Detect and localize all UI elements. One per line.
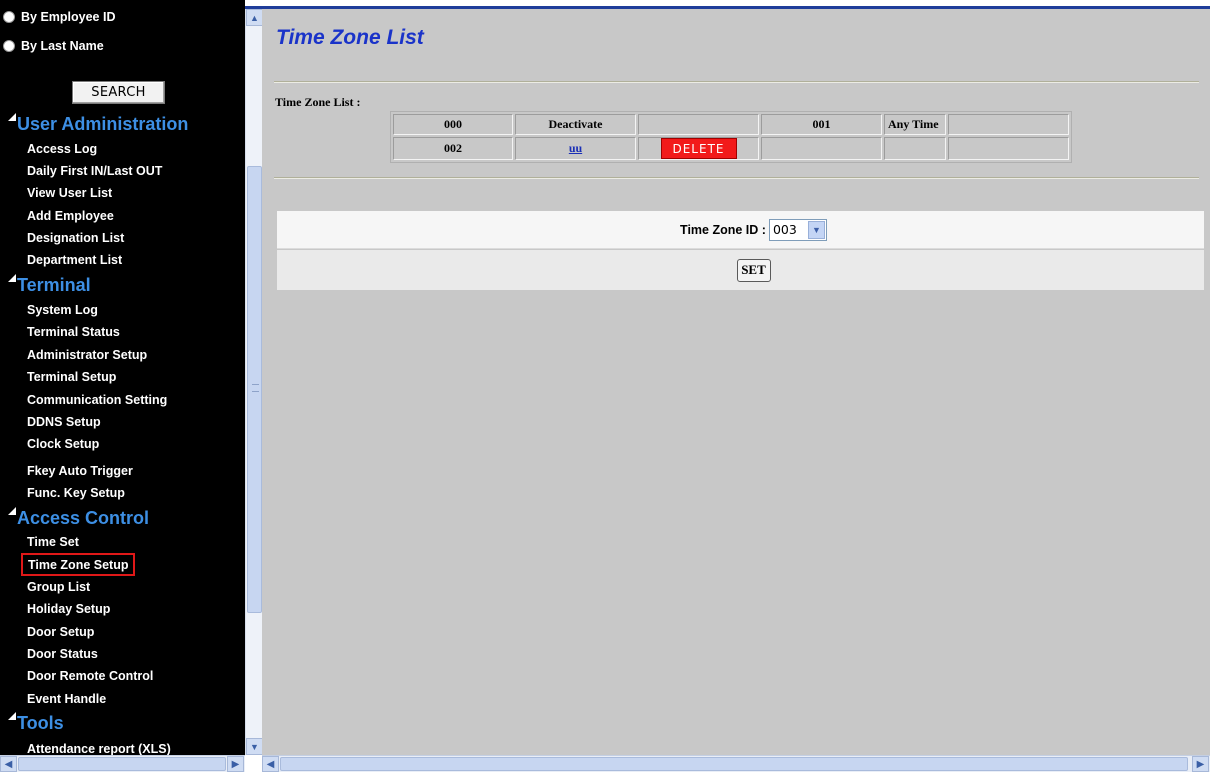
scrollbar-thumb[interactable] [18,757,226,771]
search-button[interactable]: SEARCH [72,81,165,104]
time-zone-name-link[interactable]: uu [569,141,582,155]
table-cell [761,137,882,160]
scroll-right-icon[interactable]: ▶ [1192,756,1209,772]
scrollbar-thumb[interactable] [280,757,1188,771]
radio-label: By Last Name [21,39,104,53]
section-title: Tools [17,712,64,733]
nav-view-user-list[interactable]: View User List [27,183,112,203]
table-cell [638,114,759,135]
divider [274,81,1199,83]
scroll-up-icon[interactable]: ▲ [246,9,263,26]
nav-access-log[interactable]: Access Log [27,139,97,159]
nav-add-employee[interactable]: Add Employee [27,206,114,226]
table-cell: 000 [393,114,513,135]
time-zone-id-label: Time Zone ID : [680,222,766,237]
main-content: Time Zone List Time Zone List : 000 Deac… [262,9,1210,755]
main-frame-top-border [245,0,1210,9]
table-cell: uu [515,137,636,160]
scroll-left-icon[interactable]: ◀ [262,756,279,772]
set-row: SET [277,250,1204,290]
nav-ddns-setup[interactable]: DDNS Setup [27,412,101,432]
table-cell [948,137,1069,160]
nav-daily-first-in-last-out[interactable]: Daily First IN/Last OUT [27,161,162,181]
nav-terminal-setup[interactable]: Terminal Setup [27,367,116,387]
nav-group-list[interactable]: Group List [27,577,90,597]
section-arrow-icon [8,113,16,121]
radio-by-last-name[interactable]: By Last Name [3,37,104,55]
nav-fkey-auto-trigger[interactable]: Fkey Auto Trigger [27,461,133,481]
section-title: User Administration [17,113,189,134]
time-zone-id-row: Time Zone ID : 003 ▼ [277,211,1204,249]
section-arrow-icon [8,274,16,282]
section-title: Access Control [17,507,150,528]
nav-door-remote-control[interactable]: Door Remote Control [27,666,153,686]
sidebar-vertical-scrollbar[interactable]: ▲ ▼ [245,9,263,755]
time-zone-table: 000 Deactivate 001 Any Time 002 uu DELET… [390,111,1072,163]
radio-by-employee-id[interactable]: By Employee ID [3,8,116,26]
section-user-administration[interactable]: User Administration [8,112,189,136]
page-title: Time Zone List [276,26,424,49]
nav-holiday-setup[interactable]: Holiday Setup [27,599,110,619]
divider [274,177,1199,179]
table-cell: 002 [393,137,513,160]
nav-time-set[interactable]: Time Set [27,532,79,552]
scroll-left-icon[interactable]: ◀ [0,756,17,772]
nav-door-status[interactable]: Door Status [27,644,98,664]
delete-button[interactable]: DELETE [660,138,737,159]
table-cell: Any Time [884,114,946,135]
table-cell: Deactivate [515,114,636,135]
scrollbar-grip-icon [252,384,259,392]
section-access-control[interactable]: Access Control [8,506,150,530]
scrollbar-corner [245,755,262,772]
sidebar-horizontal-scrollbar[interactable]: ◀ ▶ [0,755,245,772]
time-zone-id-select[interactable]: 003 ▼ [768,218,827,241]
nav-communication-setting[interactable]: Communication Setting [27,390,167,410]
nav-time-zone-setup[interactable]: Time Zone Setup [21,553,136,576]
radio-icon[interactable] [3,11,15,23]
nav-func-key-setup[interactable]: Func. Key Setup [27,483,125,503]
nav-clock-setup[interactable]: Clock Setup [27,434,99,454]
section-terminal[interactable]: Terminal [8,273,91,297]
nav-door-setup[interactable]: Door Setup [27,622,94,642]
nav-designation-list[interactable]: Designation List [27,228,124,248]
table-row: 002 uu DELETE [393,137,1069,160]
section-arrow-icon [8,507,16,515]
table-cell: DELETE [638,137,759,160]
table-cell [884,137,946,160]
scroll-right-icon[interactable]: ▶ [227,756,244,772]
scrollbar-thumb[interactable] [247,166,262,613]
set-button[interactable]: SET [736,258,771,282]
section-title: Terminal [17,274,91,295]
nav-event-handle[interactable]: Event Handle [27,689,106,709]
nav-administrator-setup[interactable]: Administrator Setup [27,345,147,365]
nav-attendance-report-xls[interactable]: Attendance report (XLS) [27,739,171,755]
radio-icon[interactable] [3,40,15,52]
sidebar: By Employee ID By Last Name SEARCH User … [0,0,245,755]
section-tools[interactable]: Tools [8,711,64,735]
radio-label: By Employee ID [21,10,116,24]
time-zone-id-value: 003 [772,222,797,237]
table-cell: 001 [761,114,882,135]
main-horizontal-scrollbar[interactable]: ◀ ▶ [262,755,1210,772]
table-cell [948,114,1069,135]
section-arrow-icon [8,712,16,720]
table-row: 000 Deactivate 001 Any Time [393,114,1069,135]
nav-system-log[interactable]: System Log [27,300,98,320]
nav-terminal-status[interactable]: Terminal Status [27,322,120,342]
chevron-down-icon[interactable]: ▼ [807,220,825,239]
time-zone-list-label: Time Zone List : [275,95,361,109]
scroll-down-icon[interactable]: ▼ [246,738,263,755]
nav-department-list[interactable]: Department List [27,250,122,270]
